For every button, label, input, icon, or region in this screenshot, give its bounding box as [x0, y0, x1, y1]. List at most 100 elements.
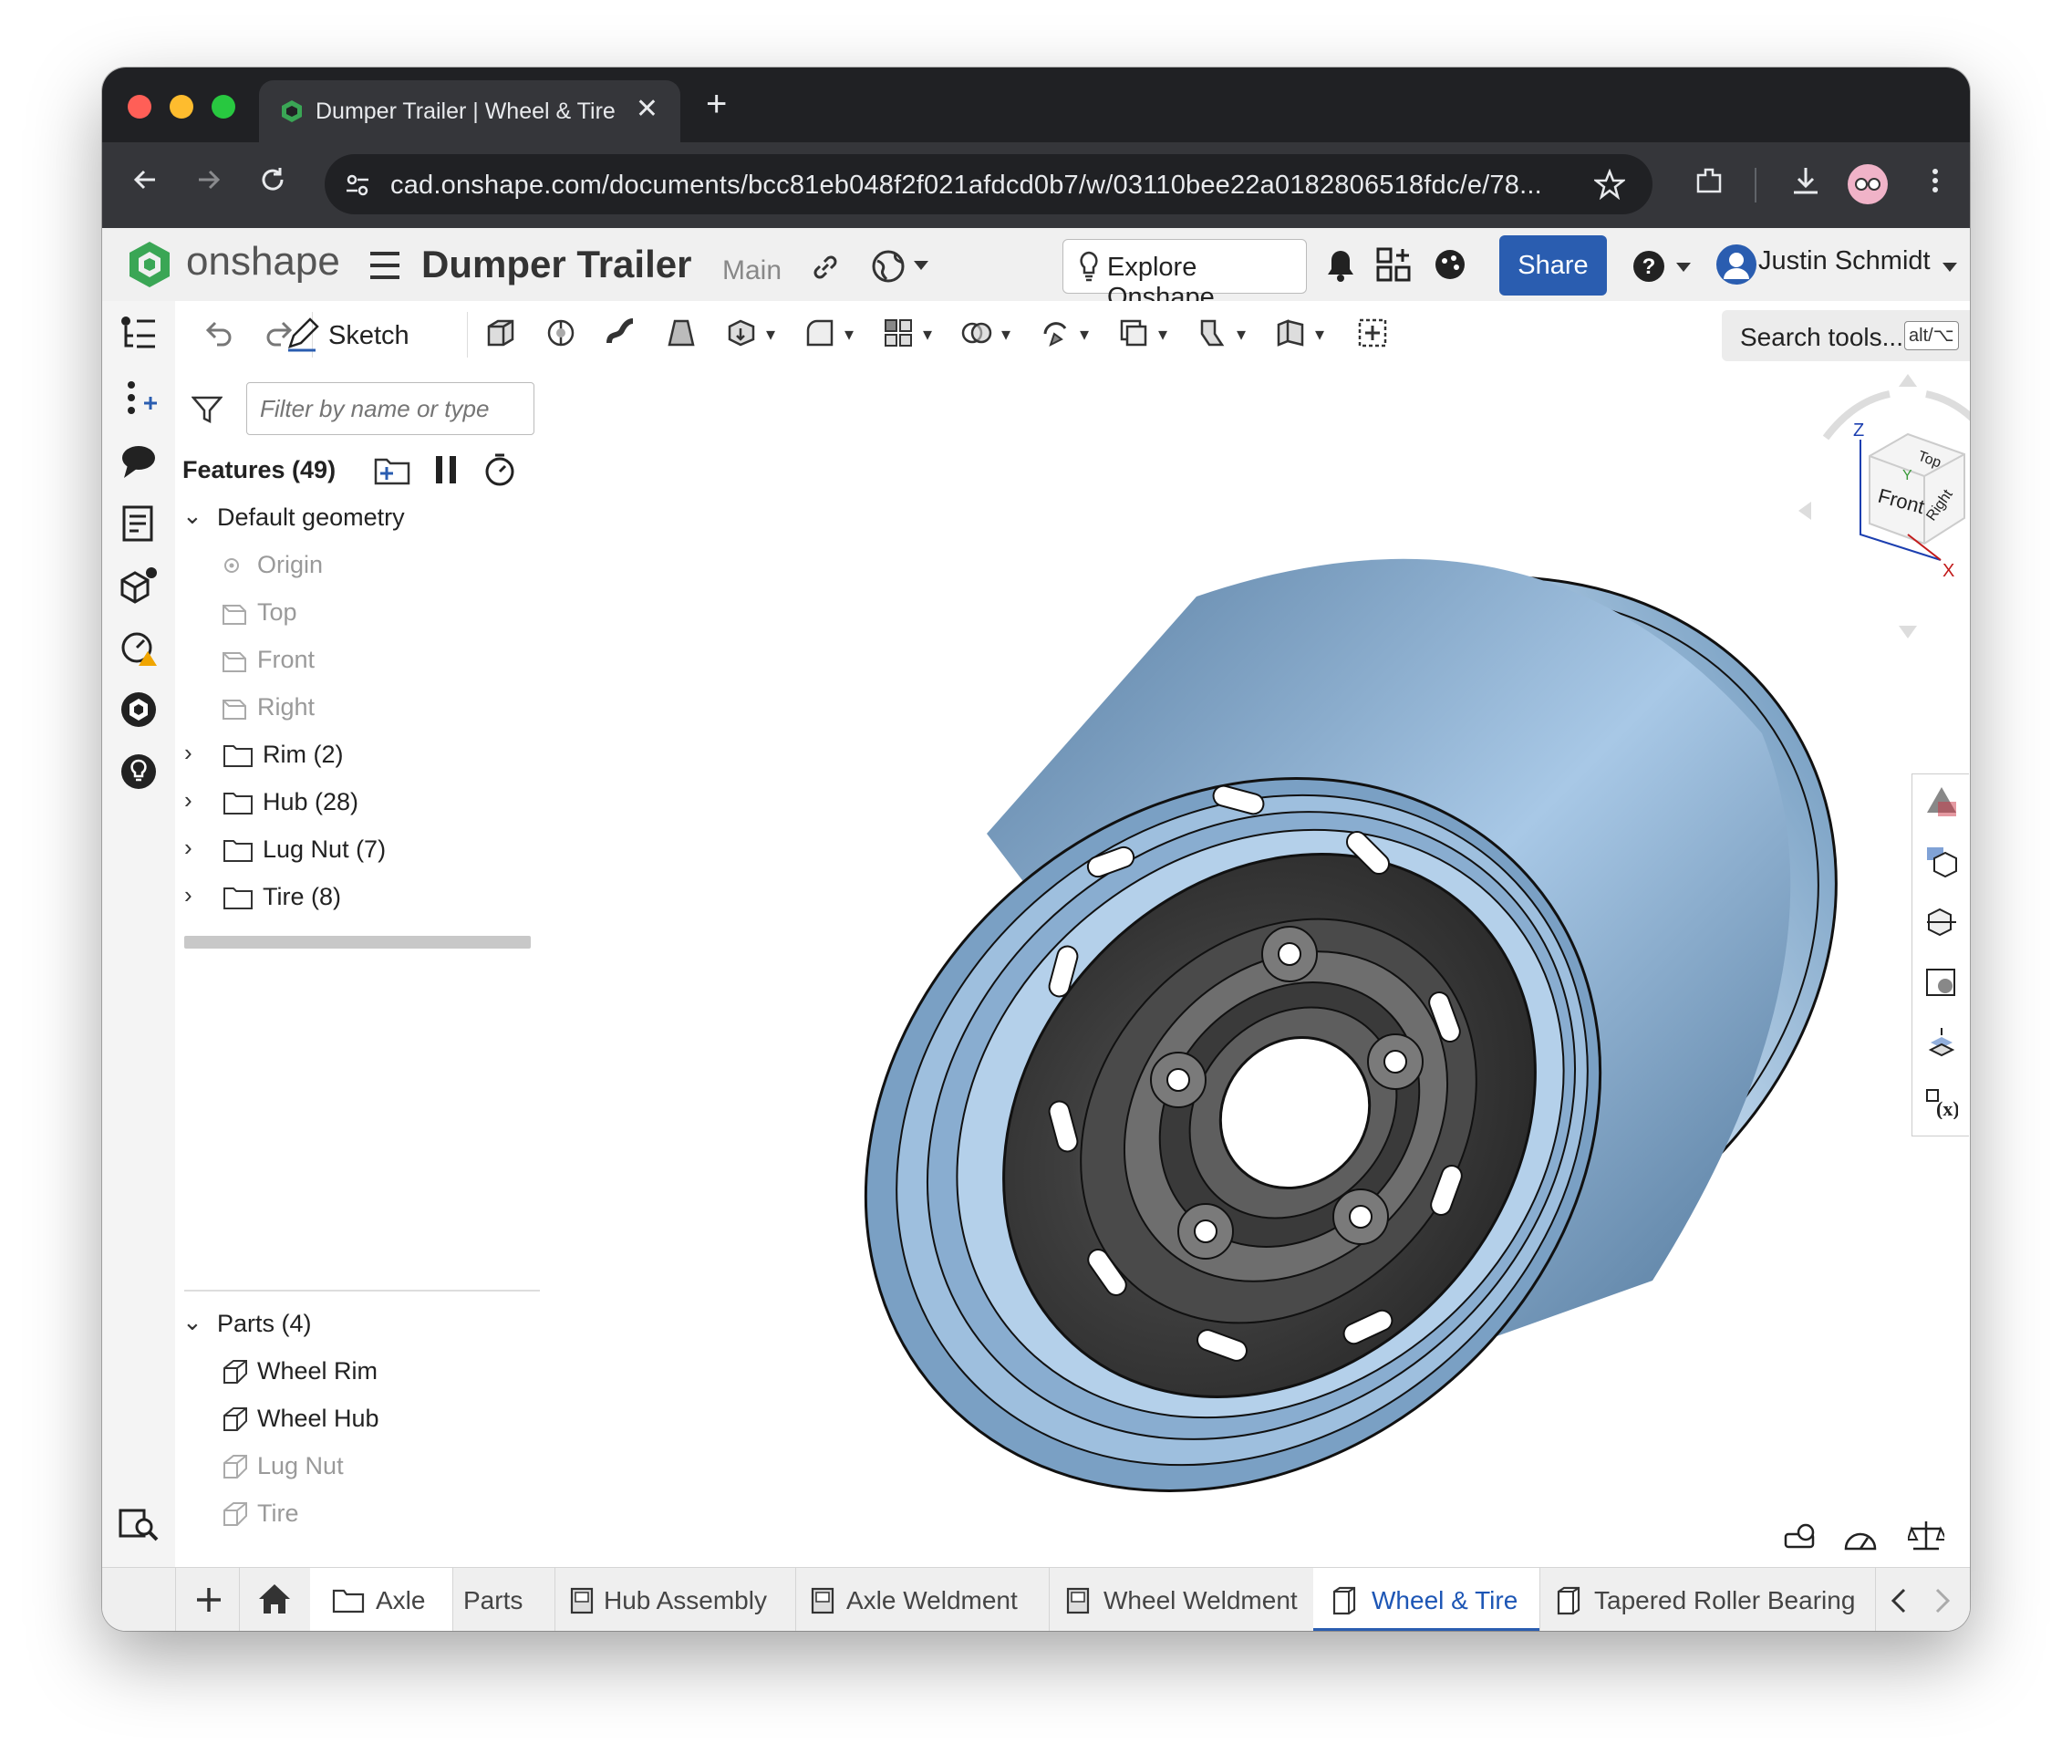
chevron-down-icon[interactable]: ⌄: [182, 502, 202, 530]
help-chevron-down-icon[interactable]: [1676, 263, 1691, 272]
extrude-icon[interactable]: [485, 317, 516, 348]
filter-text-field[interactable]: [258, 394, 526, 424]
element-tab[interactable]: Hub Assembly: [554, 1568, 796, 1631]
chevron-down-icon[interactable]: ▾: [1158, 323, 1167, 346]
app-store-icon[interactable]: [1375, 246, 1412, 283]
forward-icon[interactable]: [193, 164, 224, 195]
panel-splitter[interactable]: [184, 1290, 540, 1292]
graphics-viewport[interactable]: Top Front Right Z X Y: [549, 368, 1970, 1567]
search-feature-icon[interactable]: [119, 1503, 159, 1543]
user-chevron-down-icon[interactable]: [1942, 263, 1957, 272]
onshape-logo-icon[interactable]: [124, 239, 175, 290]
chevron-right-icon[interactable]: ›: [184, 786, 192, 815]
browser-tab[interactable]: Dumper Trailer | Wheel & Tire ✕: [259, 80, 680, 142]
configurations-icon[interactable]: [1925, 846, 1958, 878]
back-icon[interactable]: [130, 164, 161, 195]
close-tab-icon[interactable]: ✕: [636, 93, 658, 125]
globe-icon[interactable]: [870, 248, 906, 285]
branch-label[interactable]: Main: [722, 255, 782, 286]
transform-icon[interactable]: [1040, 317, 1071, 348]
boolean-icon[interactable]: [961, 317, 992, 348]
chevron-down-icon[interactable]: ▾: [1237, 323, 1246, 346]
chevron-down-icon[interactable]: ▾: [923, 323, 932, 346]
pause-icon[interactable]: [432, 454, 460, 485]
close-window-button[interactable]: [128, 95, 151, 119]
loft-icon[interactable]: [666, 317, 697, 348]
revolve-icon[interactable]: [545, 317, 576, 348]
link-icon[interactable]: [810, 252, 841, 283]
tips-lightbulb-icon[interactable]: [119, 752, 159, 792]
mass-balance-icon[interactable]: [1908, 1520, 1944, 1552]
add-folder-icon[interactable]: [374, 454, 410, 487]
chevron-down-icon[interactable]: ⌄: [182, 1308, 202, 1336]
element-tab[interactable]: Tapered Roller Bearing: [1539, 1568, 1876, 1631]
chevron-down-icon[interactable]: ▾: [844, 323, 854, 346]
search-tabs-button[interactable]: [102, 1568, 176, 1631]
share-button[interactable]: Share: [1499, 235, 1607, 296]
render-studio-icon[interactable]: [1925, 966, 1958, 999]
element-tab[interactable]: Parts: [452, 1568, 555, 1631]
notes-icon[interactable]: [119, 503, 159, 544]
chevron-down-icon[interactable]: ▾: [1001, 323, 1010, 346]
reload-icon[interactable]: [257, 164, 288, 195]
site-settings-icon[interactable]: [343, 171, 372, 200]
sweep-icon[interactable]: [606, 317, 637, 348]
help-icon[interactable]: ?: [1631, 248, 1667, 285]
home-button[interactable]: [239, 1568, 311, 1631]
chevron-down-icon[interactable]: [914, 261, 928, 270]
scroll-tabs-right-icon[interactable]: [1933, 1588, 1952, 1614]
chevron-right-icon[interactable]: ›: [184, 881, 192, 909]
insert-variable-icon[interactable]: [119, 378, 159, 418]
profile-avatar[interactable]: [1848, 164, 1888, 204]
thicken-icon[interactable]: [726, 317, 757, 348]
user-avatar-icon[interactable]: [1715, 243, 1758, 286]
scroll-tabs-left-icon[interactable]: [1890, 1588, 1908, 1614]
undo-icon[interactable]: [202, 317, 233, 348]
new-tab-button[interactable]: +: [706, 84, 727, 125]
chevron-down-icon[interactable]: ▾: [1080, 323, 1089, 346]
extensions-icon[interactable]: [1693, 164, 1725, 197]
address-bar[interactable]: cad.onshape.com/documents/bcc81eb048f2f0…: [325, 154, 1652, 214]
view-cube[interactable]: Top Front Right Z X Y: [1771, 365, 1970, 638]
download-icon[interactable]: [1789, 164, 1822, 197]
filter-icon[interactable]: [192, 394, 223, 425]
add-element-button[interactable]: [177, 1568, 240, 1631]
measure-angle-icon[interactable]: [1842, 1521, 1879, 1552]
add-custom-feature-icon[interactable]: [1357, 317, 1388, 348]
hamburger-menu-icon[interactable]: [368, 250, 401, 281]
element-tab[interactable]: Axle Weldment: [795, 1568, 1050, 1631]
zoom-window-button[interactable]: [212, 95, 235, 119]
feature-filter-input[interactable]: [246, 382, 534, 435]
comments-icon[interactable]: [119, 441, 159, 482]
notifications-bell-icon[interactable]: [1324, 248, 1357, 283]
document-title[interactable]: Dumper Trailer: [421, 243, 691, 286]
exploded-view-icon[interactable]: [1925, 1026, 1958, 1059]
fillet-icon[interactable]: [804, 317, 835, 348]
element-tab[interactable]: Wheel Weldment: [1049, 1568, 1314, 1631]
chevron-right-icon[interactable]: ›: [184, 834, 192, 862]
minimize-window-button[interactable]: [170, 95, 193, 119]
variable-table-icon[interactable]: (x): [1925, 1086, 1958, 1119]
chevron-right-icon[interactable]: ›: [184, 739, 192, 767]
surface-icon[interactable]: [1275, 317, 1306, 348]
horizontal-scrollbar[interactable]: [184, 936, 531, 949]
mass-properties-icon[interactable]: [119, 566, 159, 606]
named-views-icon[interactable]: [1925, 906, 1958, 939]
feature-list-icon[interactable]: [119, 314, 159, 354]
appearance-icon[interactable]: [1925, 785, 1958, 818]
measure-tape-icon[interactable]: [1782, 1521, 1818, 1552]
user-name[interactable]: Justin Schmidt: [1758, 246, 1931, 276]
timer-icon[interactable]: [483, 452, 516, 487]
element-tab-active[interactable]: Wheel & Tire: [1313, 1568, 1540, 1631]
explore-onshape-button[interactable]: Explore Onshape: [1062, 239, 1307, 312]
chevron-down-icon[interactable]: ▾: [1315, 323, 1324, 346]
chevron-down-icon[interactable]: ▾: [766, 323, 775, 346]
search-tools-button[interactable]: Search tools... alt/⌥ c: [1722, 310, 1970, 361]
learning-center-icon[interactable]: [1432, 246, 1468, 283]
onshape-ai-icon[interactable]: [119, 690, 159, 730]
plane-icon[interactable]: [1118, 317, 1149, 348]
pattern-icon[interactable]: [883, 317, 914, 348]
folder-tab[interactable]: Axle: [310, 1568, 453, 1631]
sheet-metal-icon[interactable]: [1197, 317, 1228, 348]
wheel-model[interactable]: [850, 533, 1853, 1536]
